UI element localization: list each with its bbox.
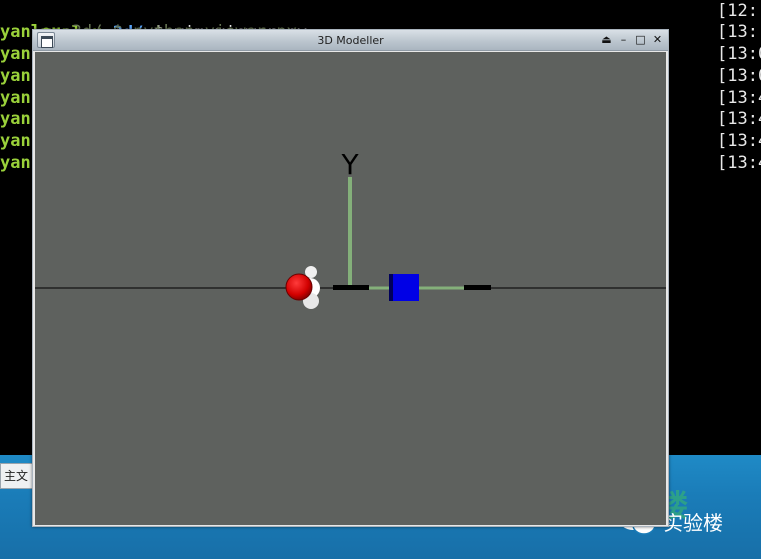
terminal-prompt-prefix: yan <box>0 109 31 129</box>
shade-button[interactable]: ⏏ <box>600 33 613 47</box>
axis-marker-right <box>464 285 491 290</box>
minimize-button[interactable]: – <box>617 33 630 47</box>
red-sphere <box>285 273 313 301</box>
watermark-caption: 实验楼 <box>663 511 723 535</box>
close-button[interactable]: ✕ <box>651 33 664 47</box>
maximize-button[interactable]: □ <box>634 33 647 47</box>
terminal-timestamp: [13:( <box>717 22 761 42</box>
gl-viewport[interactable]: Y <box>35 52 666 525</box>
y-axis-label: Y <box>340 148 359 181</box>
terminal-prompt-prefix: yan <box>0 153 31 173</box>
terminal-prompt-prefix: yan <box>0 88 31 108</box>
blue-cube <box>389 274 419 301</box>
desktop-panel-item[interactable]: 主文 <box>0 463 36 489</box>
terminal-timestamp: [13:0 <box>717 44 761 64</box>
scene-canvas[interactable]: Y <box>35 52 666 525</box>
modeller-window: 3D Modeller ⏏ – □ ✕ Y <box>32 29 669 527</box>
window-titlebar[interactable]: 3D Modeller ⏏ – □ ✕ <box>33 30 668 51</box>
terminal-timestamp: [12: <box>717 1 758 21</box>
terminal-prompt-prefix: yan <box>0 66 31 86</box>
terminal-prompt-prefix: yan <box>0 44 31 64</box>
blue-cube-edge <box>389 274 393 301</box>
terminal-timestamp: [13:4 <box>717 109 761 129</box>
terminal-timestamp: [13:4 <box>717 131 761 151</box>
terminal-timestamp: [13:0 <box>717 66 761 86</box>
terminal-line: yanlou:3d/ $ vim viewer.py <box>0 0 307 43</box>
terminal-prompt-prefix: yan <box>0 131 31 151</box>
terminal-timestamp: [13:4 <box>717 88 761 108</box>
terminal-timestamp: [13:4 <box>717 153 761 173</box>
axis-marker-left <box>333 285 369 290</box>
window-title: 3D Modeller <box>317 34 384 47</box>
